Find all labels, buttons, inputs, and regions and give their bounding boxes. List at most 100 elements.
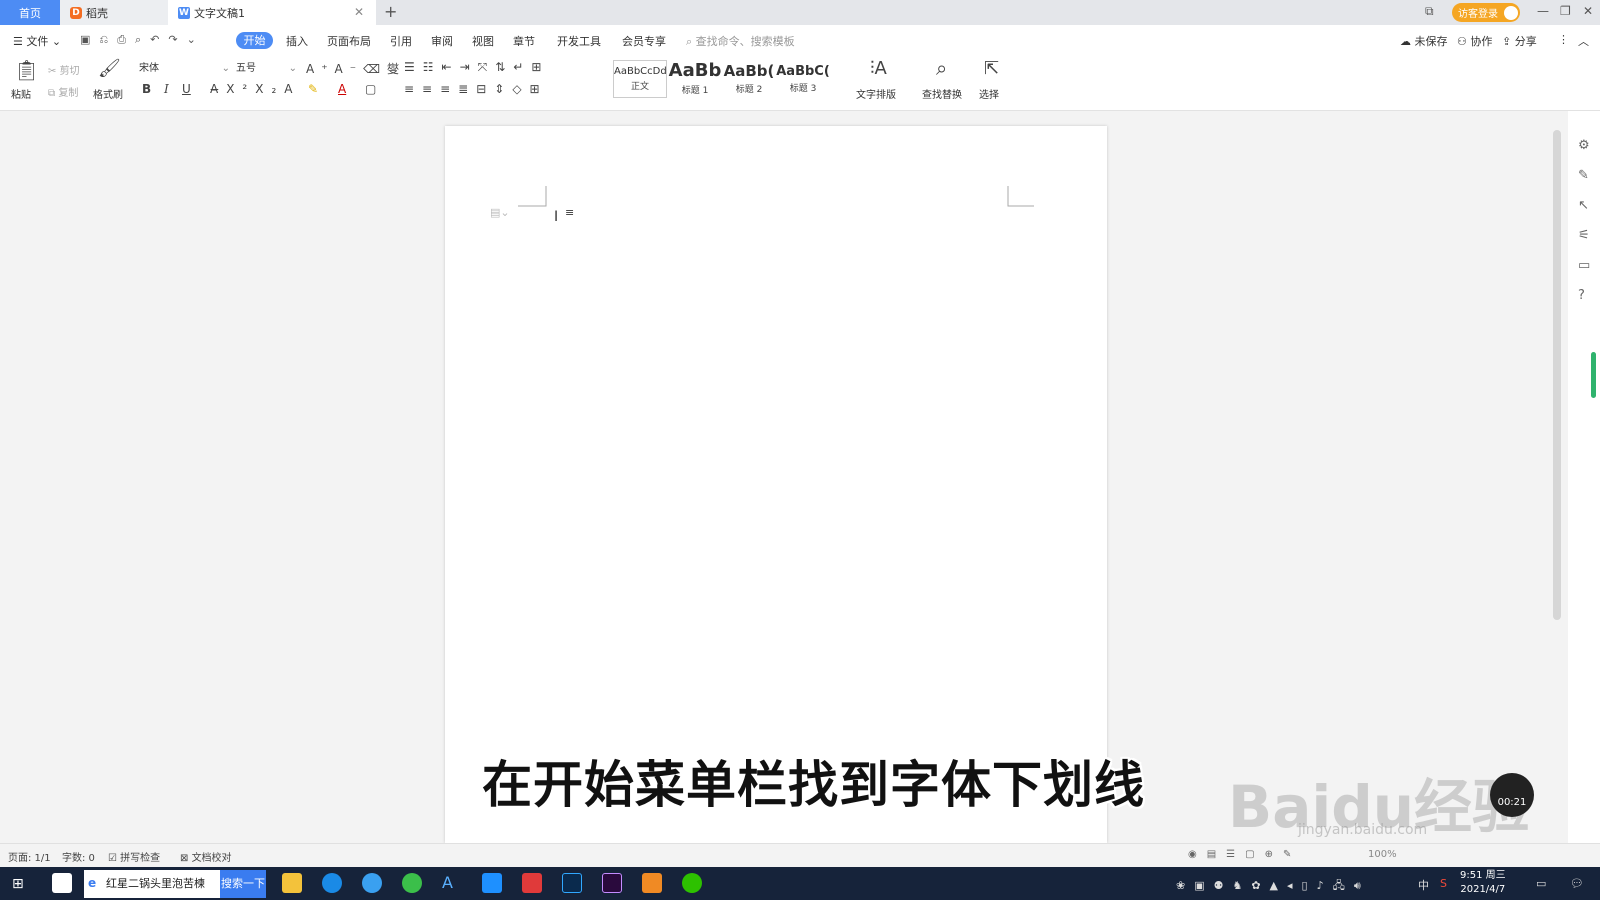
command-search[interactable]: ⌕ 查找命令、搜索模板 — [686, 33, 795, 49]
premiere-icon[interactable] — [602, 873, 622, 893]
close-window-icon[interactable]: ✕ — [1583, 4, 1593, 18]
notification-icon[interactable]: 💬︎ — [1570, 877, 1584, 890]
app-a-icon[interactable]: A — [442, 873, 462, 893]
minimize-icon[interactable]: — — [1537, 4, 1549, 18]
tab-document[interactable]: W 文字文稿1 ✕ — [168, 0, 376, 25]
style-normal[interactable]: AaBbCcDd 正文 — [613, 60, 667, 98]
backup-icon[interactable]: ▭ — [1578, 258, 1590, 273]
text-layout-icon[interactable]: ⫶A — [870, 58, 887, 79]
close-tab-icon[interactable]: ✕ — [354, 5, 364, 19]
cut-label: 剪切 — [59, 66, 80, 77]
font-size-select[interactable]: 五号 ⌄ — [232, 60, 298, 78]
taskbar-search-button[interactable]: 搜索一下 — [220, 870, 266, 898]
share-button[interactable]: ⇪ 分享 — [1502, 33, 1537, 49]
wechat-icon[interactable] — [682, 873, 702, 893]
menu-start[interactable]: 开始 — [236, 32, 273, 49]
cut-button[interactable]: ✂ 剪切 — [48, 62, 80, 77]
wps-icon[interactable] — [522, 873, 542, 893]
qq-browser-icon[interactable] — [322, 873, 342, 893]
sogou-browser-icon[interactable] — [362, 873, 382, 893]
spell-check-button[interactable]: ☑ 拼写检查 — [108, 849, 160, 864]
menu-member[interactable]: 会员专享 — [622, 33, 666, 49]
quick-access-icons[interactable]: ▣⎌⎙⌕↶↷⌄ — [80, 33, 205, 47]
font-name-value: 宋体 — [139, 63, 159, 74]
paste-button[interactable]: 粘贴 — [11, 86, 31, 101]
select-button[interactable]: 选择 — [979, 86, 999, 101]
page-count[interactable]: 页面: 1/1 — [8, 849, 51, 864]
collaborate-button[interactable]: ⚇ 协作 — [1457, 33, 1492, 49]
pen-icon[interactable]: ✎ — [1578, 168, 1589, 183]
style-heading-1[interactable]: AaBb 标题 1 — [668, 60, 722, 98]
menu-review[interactable]: 审阅 — [431, 33, 453, 49]
text-format-icons[interactable]: A̶X²X₂A — [210, 82, 300, 96]
font-color-icon[interactable]: A — [338, 82, 346, 96]
doc-check-button[interactable]: ⊠ 文档校对 — [180, 849, 232, 864]
paragraph-list-icons[interactable]: ☰☷⇤⇥⤧⇅↵⊞ — [404, 60, 549, 75]
format-painter-icon[interactable]: 🖌︎ — [98, 58, 121, 79]
font-size-value: 五号 — [236, 63, 256, 74]
char-border-icon[interactable]: ▢ — [365, 82, 376, 96]
unsaved-label: 未保存 — [1414, 35, 1448, 48]
select-cursor-icon[interactable]: ⇱ — [984, 58, 999, 79]
find-replace-icon[interactable]: ⌕ — [936, 56, 947, 80]
style-panel-icon[interactable]: ⚙ — [1578, 138, 1590, 153]
add-tab-icon[interactable]: + — [384, 2, 397, 21]
restore-icon[interactable]: ❐ — [1560, 4, 1571, 18]
system-tray-icons[interactable]: ❀▣⚉♞✿▲◂▯♪🖧︎🔊︎ — [1176, 877, 1370, 896]
highlight-icon[interactable]: ✎ — [308, 82, 318, 96]
pointer-icon[interactable]: ↖ — [1578, 198, 1589, 213]
style-heading-2[interactable]: AaBb(标题 2 — [722, 60, 776, 98]
app-orange-icon[interactable] — [642, 873, 662, 893]
menu-references[interactable]: 引用 — [390, 33, 412, 49]
file-explorer-icon[interactable] — [282, 873, 302, 893]
360-browser-icon[interactable] — [402, 873, 422, 893]
menu-page-layout[interactable]: 页面布局 — [327, 33, 371, 49]
collaborate-label: 协作 — [1470, 35, 1493, 48]
find-replace-button[interactable]: 查找替换 — [922, 86, 962, 101]
tab-home[interactable]: 首页 — [0, 0, 60, 25]
style-heading-3-preview: AaBbC( — [776, 64, 830, 79]
desktop-icon[interactable]: ▭ — [1536, 877, 1546, 890]
tab-document-label: 文字文稿1 — [194, 6, 245, 20]
style-heading-3[interactable]: AaBbC(标题 3 — [776, 60, 830, 98]
app-360-icon[interactable] — [52, 873, 72, 893]
vertical-scrollbar[interactable] — [1553, 130, 1561, 620]
menu-developer[interactable]: 开发工具 — [557, 33, 601, 49]
copy-button[interactable]: ⧉ 复制 — [48, 84, 78, 99]
file-menu[interactable]: ☰ 文件 ⌄ — [13, 33, 61, 49]
italic-icon[interactable]: I — [164, 82, 169, 96]
system-clock[interactable]: 9:51 周三 2021/4/7 — [1460, 869, 1506, 897]
format-painter-button[interactable]: 格式刷 — [93, 86, 123, 101]
paragraph-align-icons[interactable]: ≡≡≡≣⊟⇕◇⊞ — [404, 82, 548, 96]
bold-icon[interactable]: B — [142, 82, 151, 96]
tab-daoke[interactable]: D 稻壳 — [60, 0, 168, 25]
settings-sliders-icon[interactable]: ⚟ — [1578, 228, 1590, 243]
photoshop-icon[interactable] — [562, 873, 582, 893]
visitor-login-button[interactable]: 访客登录 — [1452, 3, 1520, 22]
zoom-level[interactable]: 100% — [1368, 849, 1397, 860]
font-name-select[interactable]: 宋体 ⌄ — [135, 60, 231, 78]
ime-indicator[interactable]: 中 — [1418, 877, 1429, 893]
view-mode-icons[interactable]: ◉▤☰▢⊕✎ — [1188, 849, 1301, 860]
word-count[interactable]: 字数: 0 — [62, 849, 95, 864]
layout-icon[interactable]: ⧉ — [1425, 4, 1434, 19]
sogou-ime-icon[interactable]: S — [1440, 877, 1447, 890]
doc-layout-icon[interactable]: ▤⌄ — [490, 206, 510, 219]
document-page[interactable] — [445, 126, 1107, 843]
more-icon[interactable]: ⋮ — [1558, 33, 1569, 46]
text-cursor-icon: I — [554, 209, 559, 225]
help-icon[interactable]: ? — [1578, 288, 1585, 303]
windows-start-icon[interactable]: ⊞ — [12, 876, 24, 892]
font-adjust-icons[interactable]: A⁺A⁻⌫燮 — [306, 60, 406, 77]
writer-icon: W — [178, 6, 190, 19]
unsaved-status[interactable]: ☁ 未保存 — [1400, 33, 1448, 49]
collapse-ribbon-icon[interactable]: ︿ — [1578, 33, 1589, 49]
underline-icon[interactable]: U — [182, 82, 191, 96]
paste-icon[interactable]: 📋︎ — [14, 58, 39, 82]
menu-insert[interactable]: 插入 — [286, 33, 308, 49]
text-layout-button[interactable]: 文字排版 — [856, 86, 896, 101]
menu-view[interactable]: 视图 — [472, 33, 494, 49]
menu-chapter[interactable]: 章节 — [513, 33, 535, 49]
taskbar-search-input[interactable]: 红星二锅头里泡苦楝 — [84, 870, 220, 898]
app-d-icon[interactable] — [482, 873, 502, 893]
